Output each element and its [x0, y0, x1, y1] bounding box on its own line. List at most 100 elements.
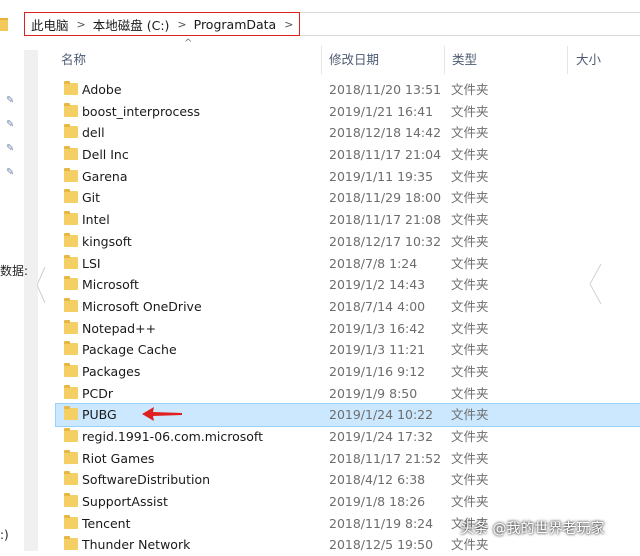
file-row[interactable]: LSI 2018/7/8 1:24 文件夹	[56, 253, 640, 275]
file-row[interactable]: regid.1991-06.com.microsoft 2019/1/24 17:…	[56, 426, 640, 448]
address-bar-row: 此电脑 > 本地磁盘 (C:) > ProgramData >	[0, 0, 640, 50]
file-name: kingsoft	[82, 233, 132, 249]
file-name: Garena	[82, 168, 128, 184]
chevron-right-icon[interactable]: >	[177, 18, 186, 31]
file-date: 2018/11/20 13:51	[329, 82, 442, 97]
column-divider[interactable]	[321, 46, 322, 74]
file-type: 文件夹	[451, 212, 489, 228]
file-row[interactable]: kingsoft 2018/12/17 10:32 文件夹	[56, 231, 640, 253]
column-header-type[interactable]: 类型	[452, 46, 477, 74]
folder-icon	[64, 297, 78, 312]
folder-icon	[64, 81, 78, 95]
file-row[interactable]: Dell Inc 2018/11/17 21:04 文件夹	[56, 144, 640, 166]
column-header-size[interactable]: 大小	[576, 46, 601, 74]
file-name: Thunder Network	[82, 537, 191, 553]
file-name: Riot Games	[82, 450, 155, 466]
chevron-right-icon[interactable]	[586, 262, 606, 306]
chevron-right-icon[interactable]: >	[77, 18, 86, 31]
breadcrumb-this-pc[interactable]: 此电脑	[31, 15, 69, 34]
column-divider[interactable]	[567, 46, 568, 74]
folder-icon	[64, 514, 78, 529]
folder-icon	[64, 428, 78, 442]
file-name: Adobe	[82, 82, 122, 97]
file-row[interactable]: Package Cache 2019/1/3 11:21 文件夹	[56, 339, 640, 361]
file-row[interactable]: PUBG 2019/1/24 10:22 文件夹	[55, 403, 640, 427]
file-type: 文件夹	[451, 82, 489, 97]
file-type: 文件夹	[451, 168, 489, 184]
column-header-name[interactable]: 名称	[61, 46, 86, 74]
file-type: 文件夹	[451, 450, 489, 466]
nav-item-label[interactable]: 数据:	[0, 262, 28, 279]
file-type: 文件夹	[451, 363, 489, 379]
pin-icon[interactable]: ✎	[6, 144, 15, 154]
file-type: 文件夹	[451, 385, 489, 401]
file-name: dell	[82, 125, 105, 141]
folder-icon	[64, 189, 78, 204]
file-date: 2019/1/24 10:22	[329, 407, 434, 423]
file-row[interactable]: Garena 2019/1/11 19:35 文件夹	[56, 166, 640, 188]
file-row[interactable]: dell 2018/12/18 14:42 文件夹	[56, 122, 640, 144]
watermark: 头条 @我的世界老玩家	[460, 521, 605, 537]
file-row[interactable]: boost_interprocess 2019/1/21 16:41 文件夹	[56, 101, 640, 123]
folder-icon	[64, 341, 78, 356]
file-type: 文件夹	[451, 255, 489, 271]
file-row[interactable]: Adobe 2018/11/20 13:51 文件夹	[56, 79, 640, 101]
file-row[interactable]: Git 2018/11/29 18:00 文件夹	[56, 187, 640, 209]
file-date: 2019/1/16 9:12	[329, 363, 426, 379]
file-row[interactable]: Packages 2019/1/16 9:12 文件夹	[56, 361, 640, 383]
breadcrumb-local-disk[interactable]: 本地磁盘 (C:)	[93, 15, 170, 34]
folder-icon	[64, 406, 78, 421]
sort-ascending-icon: ^	[184, 38, 193, 49]
file-row[interactable]: SoftwareDistribution 2018/4/12 6:38 文件夹	[56, 469, 640, 491]
file-date: 2018/7/14 4:00	[329, 298, 426, 314]
pin-icon[interactable]: ✎	[6, 120, 15, 130]
file-name: PUBG	[82, 407, 117, 423]
file-row[interactable]: Microsoft 2019/1/2 14:43 文件夹	[56, 274, 640, 296]
folder-icon	[64, 276, 78, 291]
red-arrow-annotation	[142, 407, 182, 422]
nav-item-label[interactable]: :)	[0, 528, 9, 542]
file-date: 2018/12/5 19:50	[329, 537, 434, 553]
file-type: 文件夹	[451, 429, 489, 444]
chevron-right-icon[interactable]: >	[284, 18, 293, 31]
address-bar-empty-area[interactable]	[300, 12, 640, 36]
file-row[interactable]: SupportAssist 2019/1/8 18:26 文件夹	[56, 491, 640, 513]
file-name: Packages	[82, 363, 141, 379]
file-name: SoftwareDistribution	[82, 472, 211, 488]
file-list: Adobe 2018/11/20 13:51 文件夹 boost_interproce…	[55, 79, 640, 556]
file-type: 文件夹	[451, 472, 489, 488]
file-type: 文件夹	[451, 342, 489, 358]
folder-icon	[64, 449, 78, 464]
file-date: 2019/1/8 18:26	[329, 494, 426, 510]
folder-icon	[64, 146, 78, 161]
file-date: 2018/11/17 21:04	[329, 147, 442, 163]
folder-icon	[64, 362, 78, 377]
column-header-date[interactable]: 修改日期	[329, 46, 379, 74]
pin-icon[interactable]: ✎	[6, 96, 15, 106]
file-date: 2018/12/18 14:42	[329, 125, 442, 141]
file-date: 2018/11/19 8:24	[329, 515, 434, 531]
file-type: 文件夹	[451, 494, 489, 510]
file-row[interactable]: PCDr 2019/1/9 8:50 文件夹	[56, 383, 640, 405]
file-type: 文件夹	[451, 277, 489, 293]
file-date: 2018/11/29 18:00	[329, 190, 442, 206]
file-row[interactable]: Intel 2018/11/17 21:08 文件夹	[56, 209, 640, 231]
file-name: Notepad++	[82, 320, 157, 336]
pin-icon[interactable]: ✎	[6, 168, 15, 178]
file-row[interactable]: Microsoft OneDrive 2018/7/14 4:00 文件夹	[56, 296, 640, 318]
breadcrumb-programdata[interactable]: ProgramData	[194, 17, 277, 32]
folder-icon	[0, 18, 8, 31]
file-type: 文件夹	[451, 103, 489, 119]
file-type: 文件夹	[451, 147, 489, 163]
file-date: 2019/1/3 11:21	[329, 342, 426, 358]
file-name: Git	[82, 190, 101, 206]
file-name: Intel	[82, 212, 110, 228]
file-type: 文件夹	[451, 298, 489, 314]
file-row[interactable]: Riot Games 2018/11/17 21:52 文件夹	[56, 448, 640, 470]
file-type: 文件夹	[451, 320, 489, 336]
chevron-left-icon[interactable]	[34, 265, 48, 305]
column-divider[interactable]	[444, 46, 445, 74]
file-date: 2018/11/17 21:52	[329, 450, 442, 466]
file-row[interactable]: Notepad++ 2019/1/3 16:42 文件夹	[56, 318, 640, 340]
address-bar[interactable]: 此电脑 > 本地磁盘 (C:) > ProgramData >	[24, 12, 300, 36]
